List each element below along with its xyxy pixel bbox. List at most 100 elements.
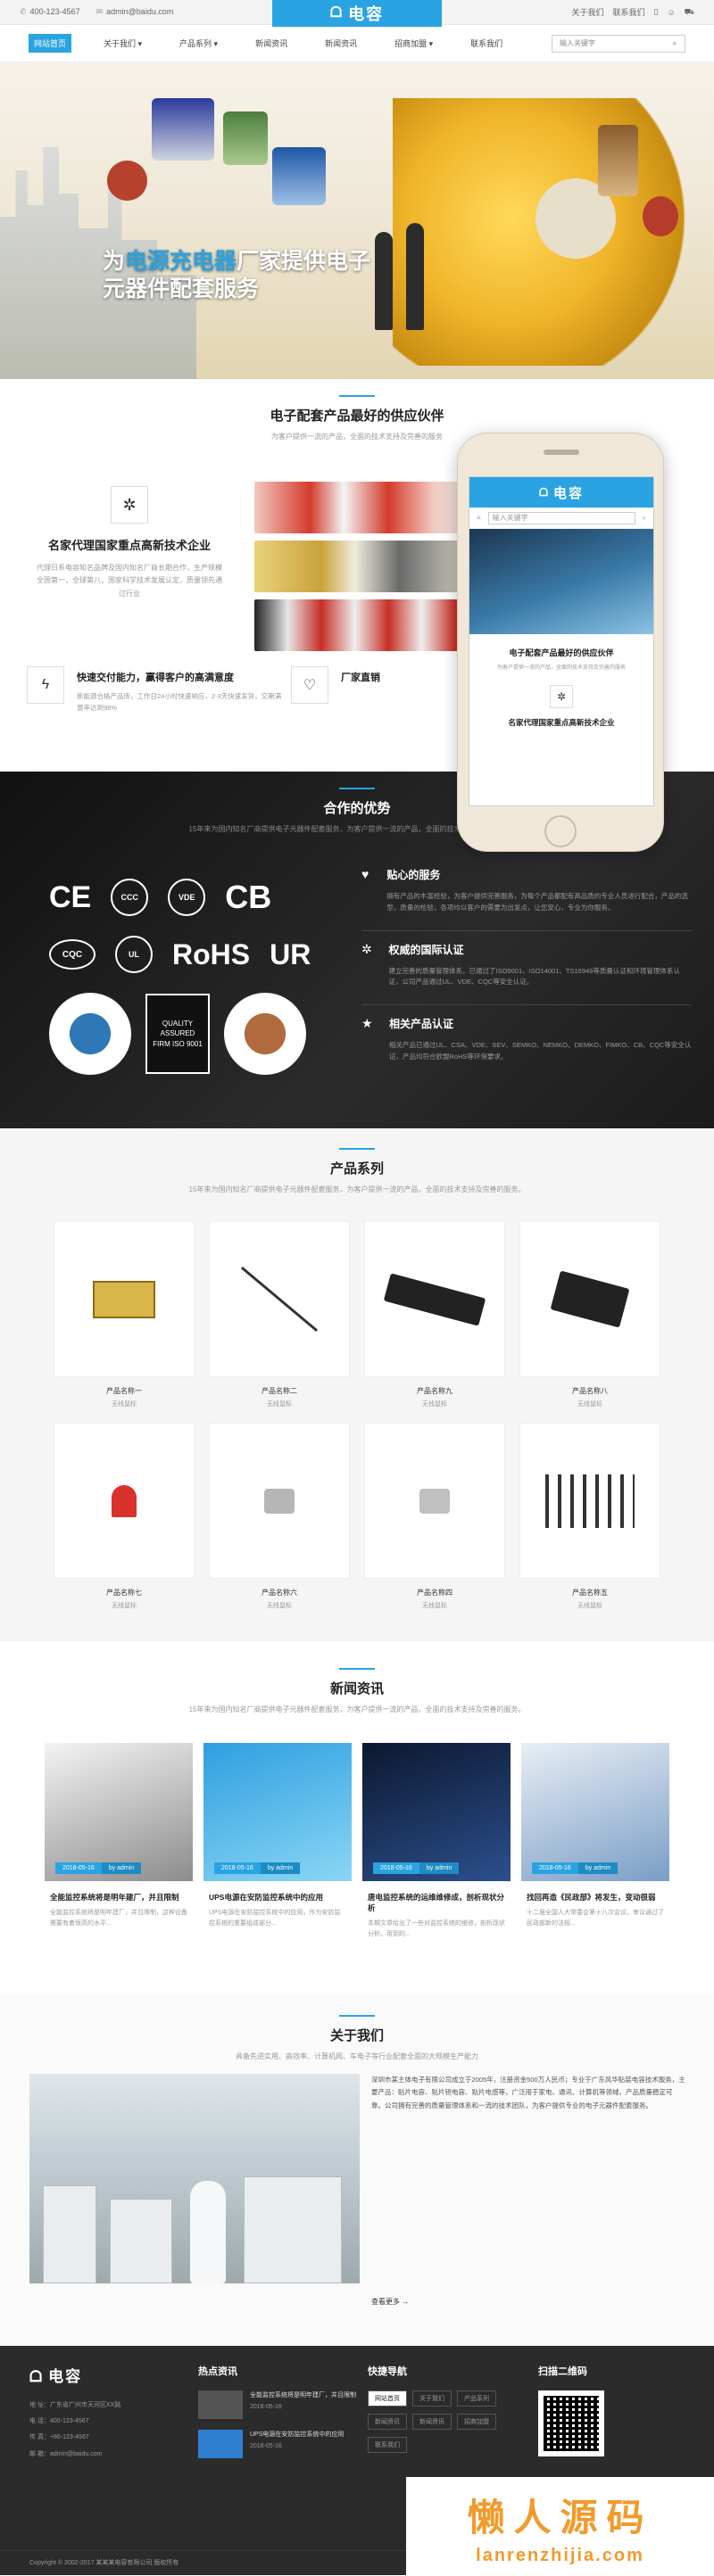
heart-icon: ♥: [361, 867, 369, 881]
news-image[interactable]: 2018-05-16 by admin: [362, 1743, 511, 1881]
section-subtitle: 15年来为国内知名厂商提供电子元器件配套服务，为客户提供一流的产品，全面的技术支…: [188, 1185, 526, 1193]
product-image[interactable]: [364, 1423, 505, 1579]
news-card[interactable]: 2018-05-16 by admin 全能监控系统将是明年建厂，并且限制 全能监…: [45, 1743, 193, 1940]
qq-icon[interactable]: ☺: [667, 8, 675, 17]
footer-nav-products[interactable]: 产品系列: [457, 2390, 496, 2407]
footer-contact-info: 地 址：广东省广州市天河区XX路 电 话：400-123-4567 传 真：+8…: [29, 2402, 121, 2457]
mobile-banner: [469, 529, 653, 634]
quality-badge: QUALITY ASSURED FIRM ISO 9001: [145, 994, 210, 1074]
capacitor-image: [49, 993, 131, 1075]
feature-card: ♡ 厂家直销: [291, 666, 380, 729]
nav-item-news[interactable]: 新闻资讯: [250, 34, 293, 53]
gear-icon: ✲: [111, 486, 148, 524]
section-title: 关于我们: [329, 2028, 384, 2043]
menu-icon[interactable]: ≡: [477, 514, 481, 522]
footer-logo[interactable]: ᗝ 电容: [29, 2364, 82, 2386]
products-section: 产品系列 15年来为国内知名厂商提供电子元器件配套服务，为客户提供一流的产品，全…: [0, 1128, 714, 1641]
component-image: [224, 993, 306, 1075]
certification-logos: CE CCC VDE CB CQC UL RoHS UR QUALITY ASS…: [49, 879, 335, 1075]
nav-item-contact[interactable]: 联系我们: [465, 34, 508, 53]
mobile-logo: ᗝ 电容: [469, 477, 653, 508]
nav-item-join[interactable]: 招商加盟 ▾: [389, 34, 438, 53]
search-icon[interactable]: ⌕: [643, 514, 646, 523]
logo-mark-icon: ᗝ: [329, 5, 345, 21]
component-image: [223, 111, 268, 165]
search-input[interactable]: 输入关键字: [560, 38, 595, 48]
search-box[interactable]: 输入关键字 ⌕: [552, 34, 685, 53]
footer-nav-news-2[interactable]: 新闻资讯: [412, 2414, 452, 2430]
mobile-icon[interactable]: ▯: [654, 7, 659, 17]
advantages-list: ♥ 贴心的服务 拥有产品的丰富经验，为客户提供完善服务，为每个产品都配有高品质的专…: [361, 856, 692, 1079]
section-title: 新闻资讯: [329, 1681, 384, 1697]
about-text: 深圳市某主体电子有限公司成立于2005年，注册资金500万人民币；专业于广东风华…: [371, 2076, 685, 2110]
ul-logo: UL: [115, 936, 153, 973]
component-image: [272, 147, 326, 205]
ce-logo: CE: [49, 879, 92, 914]
product-image[interactable]: [209, 1221, 350, 1377]
mail-icon: ✉: [95, 7, 104, 16]
nav-item-about[interactable]: 关于我们 ▾: [98, 34, 147, 53]
footer-nav-home[interactable]: 网站首页: [368, 2390, 407, 2407]
news-image[interactable]: 2018-05-16 by admin: [203, 1743, 352, 1881]
section-subtitle: 15年来为国内知名厂商提供电子元器件配套服务，为客户提供一流的产品，全面的技术支…: [188, 1705, 526, 1713]
product-card[interactable]: 产品名称四 无线鼠标: [364, 1423, 505, 1610]
ur-logo: UR: [270, 937, 311, 970]
news-thumbnail[interactable]: [198, 2390, 243, 2419]
news-card[interactable]: 2018-05-16 by admin 找回再造《民政部》将发生，变动很弱 十二届…: [521, 1743, 669, 1940]
footer-nav-about[interactable]: 关于我们: [412, 2390, 452, 2407]
footer-quick-nav: 快捷导航 网站首页 关于我们 产品系列 新闻资讯 新闻资讯 招商加盟 联系我们: [368, 2364, 496, 2453]
search-icon[interactable]: ⌕: [665, 36, 685, 52]
product-card[interactable]: 产品名称一 无线鼠标: [54, 1221, 195, 1408]
news-image[interactable]: 2018-05-16 by admin: [45, 1743, 193, 1881]
hero-banner: 为电源充电器厂家提供电子 元器件配套服务: [0, 62, 714, 379]
product-card[interactable]: 产品名称五 无线鼠标: [519, 1423, 660, 1610]
nav-item-news-2[interactable]: 新闻资讯: [320, 34, 362, 53]
team-photos: [254, 482, 477, 660]
phone-speaker: [544, 450, 579, 455]
footer-nav-contact[interactable]: 联系我们: [368, 2437, 407, 2453]
contact-link[interactable]: 联系我们: [613, 6, 645, 18]
read-more-link[interactable]: 查看更多 →: [371, 2297, 409, 2307]
heart-icon: ♡: [291, 666, 328, 704]
product-card[interactable]: 产品名称二 无线鼠标: [209, 1221, 350, 1408]
product-image[interactable]: [519, 1423, 660, 1579]
mobile-search-input[interactable]: 输入关键字: [487, 511, 635, 524]
product-card[interactable]: 产品名称七 无线鼠标: [54, 1423, 195, 1610]
logo-mark-icon: ᗝ: [29, 2368, 45, 2385]
phone-contact: ✆ 400-123-4567: [20, 7, 80, 16]
product-card[interactable]: 产品名称九 无线鼠标: [364, 1221, 505, 1408]
qr-code-image: [538, 2390, 604, 2456]
phone-screen: ᗝ 电容 ≡ 输入关键字 ⌕ 电子配套产品最好的供应伙伴 为客户提供一流的产品，全…: [469, 476, 654, 806]
product-image[interactable]: [54, 1423, 195, 1579]
news-card[interactable]: 2018-05-16 by admin UPS电源在安防监控系统中的应用 UPS电…: [203, 1743, 352, 1940]
news-card[interactable]: 2018-05-16 by admin 唐电监控系统的运维维修成，剖析现状分析 本…: [362, 1743, 511, 1940]
product-image[interactable]: [209, 1423, 350, 1579]
title-accent-bar: [339, 395, 375, 397]
nav-item-products[interactable]: 产品系列 ▾: [174, 34, 223, 53]
product-image[interactable]: [519, 1221, 660, 1377]
footer-nav-news[interactable]: 新闻资讯: [368, 2414, 407, 2430]
about-link[interactable]: 关于我们: [571, 6, 603, 18]
feature-card: ✲ 名家代理国家重点高新技术企业 代理日系电容知名品牌及国内知名厂商长期合作，生…: [27, 486, 232, 600]
vde-logo: VDE: [168, 879, 206, 916]
news-image[interactable]: 2018-05-16 by admin: [521, 1743, 669, 1881]
cart-icon[interactable]: ⛟: [685, 7, 694, 18]
site-logo[interactable]: ᗝ 电容: [272, 0, 442, 27]
advantage-item: ✲ 权威的国际认证 建立完善的质量管理体系，已通过了ISO9001、ISO1400…: [361, 931, 692, 1005]
product-card[interactable]: 产品名称六 无线鼠标: [209, 1423, 350, 1610]
news-section: 新闻资讯 15年来为国内知名厂商提供电子元器件配套服务，为客户提供一流的产品，全…: [0, 1641, 714, 1994]
footer-nav-join[interactable]: 招商加盟: [457, 2414, 496, 2430]
product-card[interactable]: 产品名称八 无线鼠标: [519, 1221, 660, 1408]
email-contact: ✉ admin@baidu.com: [95, 7, 174, 16]
hot-news-item[interactable]: 全能监控系统将是明年建厂，并且限制 2018-05-16: [198, 2390, 356, 2419]
product-image[interactable]: [54, 1221, 195, 1377]
factory-image: [29, 2074, 360, 2283]
page: ✆ 400-123-4567 ✉ admin@baidu.com 关于我们 联系我们…: [0, 0, 714, 2575]
phone-mockup: ᗝ 电容 ≡ 输入关键字 ⌕ 电子配套产品最好的供应伙伴 为客户提供一流的产品，全…: [457, 433, 664, 852]
nav-item-home[interactable]: 网站首页: [29, 34, 72, 53]
product-image[interactable]: [364, 1221, 505, 1377]
news-thumbnail[interactable]: [198, 2430, 243, 2458]
hot-news-item[interactable]: UPS电源在安防监控系统中的应用 2018-05-16: [198, 2430, 356, 2458]
feature-card: ϟ 快速交付能力，赢得客户的高满意度 新能源合格产品库，工作日24小时快速响应，…: [27, 666, 282, 729]
lightning-icon: ϟ: [27, 666, 64, 704]
